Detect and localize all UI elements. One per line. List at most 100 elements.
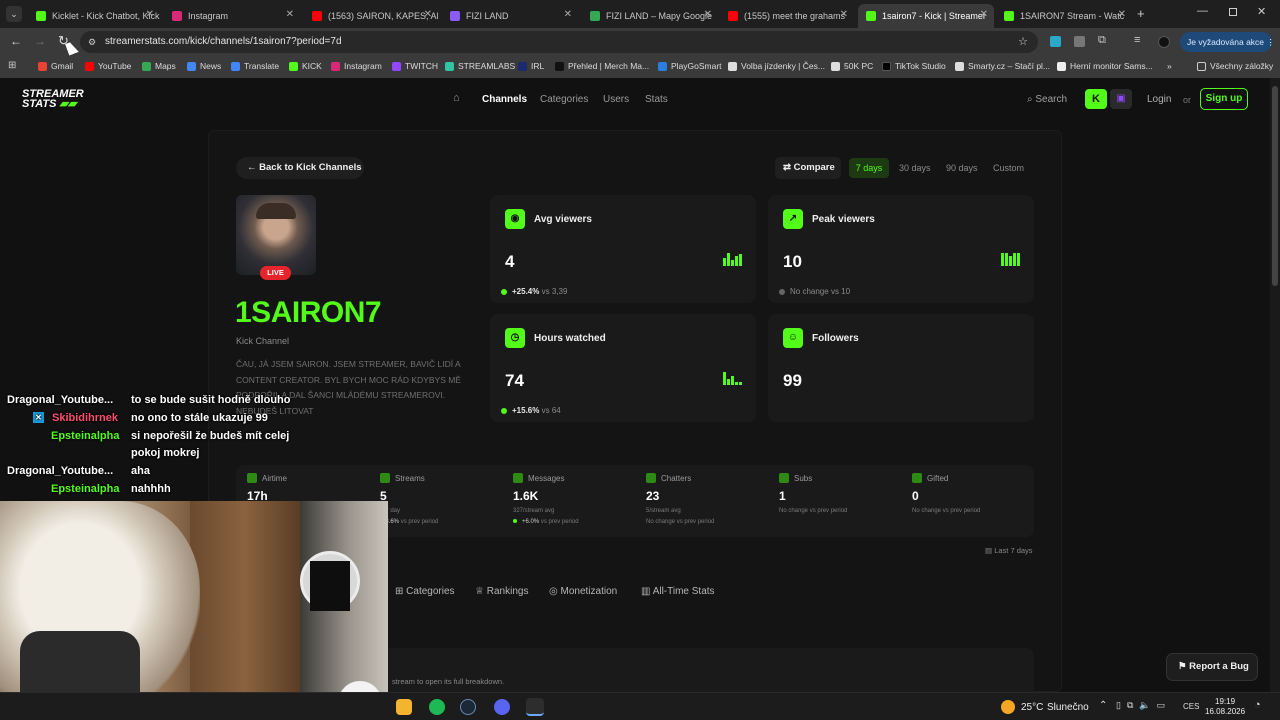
- close-icon[interactable]: ✕: [980, 9, 988, 20]
- login-link[interactable]: Login: [1147, 94, 1171, 105]
- extension-icon[interactable]: [1050, 36, 1061, 47]
- address-bar[interactable]: ⚙ streamerstats.com/kick/channels/1sairo…: [80, 31, 1038, 53]
- signup-button[interactable]: Sign up: [1200, 88, 1248, 110]
- language-indicator[interactable]: CES: [1183, 702, 1199, 711]
- bookmark-playgosmart[interactable]: PlayGoSmart: [658, 61, 722, 71]
- weather-text[interactable]: Slunečno: [1047, 702, 1089, 713]
- bookmark-news[interactable]: News: [187, 61, 221, 71]
- bookmark-instagram[interactable]: Instagram: [331, 61, 382, 71]
- browser-tab[interactable]: FIZI LAND – Mapy Google ✕: [582, 4, 718, 28]
- bookmark-translate[interactable]: Translate: [231, 61, 279, 71]
- new-tab-icon[interactable]: +: [1137, 6, 1145, 21]
- bookmark-tickets[interactable]: Volba jízdenky | Čes...: [728, 61, 825, 71]
- browser-tab[interactable]: Kicklet - Kick Chatbot, Kick ✕: [28, 4, 160, 28]
- all-bookmarks[interactable]: Všechny záložky: [1197, 61, 1273, 71]
- period-custom[interactable]: Custom: [993, 163, 1024, 173]
- file-explorer-icon[interactable]: [396, 699, 412, 715]
- notifications-icon[interactable]: ◔: [1254, 699, 1261, 711]
- bookmark-monitor[interactable]: Herní monitor Sams...: [1057, 61, 1153, 71]
- clock-icon: ◷: [505, 328, 525, 348]
- close-icon[interactable]: ✕: [286, 9, 294, 20]
- avatar[interactable]: [1158, 36, 1170, 48]
- browser-tab-active[interactable]: 1sairon7 - Kick | Streamer ✕: [858, 4, 994, 28]
- profile-action-button[interactable]: Je vyžadována akce ⋮: [1180, 32, 1275, 52]
- bookmark-youtube[interactable]: YouTube: [85, 61, 131, 71]
- bookmark-gmail[interactable]: Gmail: [38, 61, 73, 71]
- clock[interactable]: 19:19 16.08.2026: [1205, 697, 1245, 717]
- browser-tab[interactable]: FIZI LAND ✕: [442, 4, 578, 28]
- close-icon[interactable]: ✕: [704, 9, 712, 20]
- discord-icon[interactable]: [494, 699, 510, 715]
- compare-button[interactable]: ⇄ Compare: [775, 157, 841, 179]
- twitch-platform-button[interactable]: ▣: [1110, 89, 1132, 109]
- period-30-days[interactable]: 30 days: [899, 163, 931, 173]
- eye-icon: ◉: [505, 209, 525, 229]
- browser-tab[interactable]: 1SAIRON7 Stream - Watc ✕: [996, 4, 1132, 28]
- minimize-icon[interactable]: —: [1197, 5, 1208, 17]
- close-icon[interactable]: ✕: [146, 9, 154, 20]
- tray-icons[interactable]: ▯⧉🔈▭: [1116, 700, 1171, 711]
- browser-tab[interactable]: Instagram ✕: [164, 4, 300, 28]
- chat-message-text: pokoj mokrej: [131, 447, 200, 459]
- users-icon: [646, 473, 656, 483]
- home-icon[interactable]: ⌂: [453, 92, 460, 104]
- weather-sun-icon[interactable]: [1001, 700, 1015, 714]
- tab-all-time-stats[interactable]: ▥ All-Time Stats: [641, 586, 715, 597]
- scrollbar-thumb[interactable]: [1272, 86, 1278, 286]
- weather-temp[interactable]: 25°C: [1021, 702, 1043, 713]
- tray-chevron-icon[interactable]: ⌃: [1099, 700, 1107, 711]
- site-info-icon[interactable]: ⚙: [88, 31, 96, 53]
- close-icon[interactable]: ✕: [840, 9, 848, 20]
- report-bug-button[interactable]: ⚑ Report a Bug: [1166, 653, 1258, 681]
- apps-icon[interactable]: ⊞: [8, 60, 16, 71]
- bookmark-kick[interactable]: KICK: [289, 61, 322, 71]
- browser-tab[interactable]: (1555) meet the grahams ✕: [720, 4, 854, 28]
- coin-icon: ◎: [549, 586, 558, 597]
- page-scrollbar[interactable]: [1270, 78, 1280, 692]
- extensions-puzzle-icon[interactable]: ⧉: [1098, 34, 1106, 47]
- forward-icon[interactable]: →: [34, 34, 46, 48]
- spotify-icon[interactable]: [429, 699, 445, 715]
- nav-categories[interactable]: Categories: [540, 94, 588, 105]
- nav-channels[interactable]: Channels: [482, 94, 527, 105]
- nav-users[interactable]: Users: [603, 94, 629, 105]
- bookmark-tiktok-studio[interactable]: TikTok Studio: [882, 61, 946, 71]
- bookmark-twitch[interactable]: TWITCH: [392, 61, 438, 71]
- search-button[interactable]: ⌕ Search: [1027, 94, 1067, 105]
- bookmark-irl[interactable]: IRL: [518, 61, 544, 71]
- bookmark-star-icon[interactable]: ☆: [1018, 31, 1028, 53]
- close-icon[interactable]: ✕: [564, 9, 572, 20]
- back-icon[interactable]: ←: [10, 34, 22, 48]
- browser-tab-strip: ⌄ Kicklet - Kick Chatbot, Kick ✕ Instagra…: [0, 0, 1280, 28]
- tab-monetization[interactable]: ◎ Monetization: [549, 586, 617, 597]
- avg-viewers-card: ◉ Avg viewers 4 +25.4% vs 3,39: [490, 195, 756, 303]
- tab-search-button[interactable]: ⌄: [6, 6, 22, 22]
- stat-subs: Subs 1 No change vs prev period: [779, 473, 848, 514]
- tab-categories[interactable]: ⊞ Categories: [395, 586, 455, 597]
- steam-icon[interactable]: [460, 699, 476, 715]
- tab-media-icon[interactable]: ≡: [1134, 34, 1140, 46]
- webcam-overlay: [0, 501, 388, 720]
- bookmark-smarty[interactable]: Smarty.cz – Stačí pl...: [955, 61, 1050, 71]
- bookmark-streamlabs[interactable]: STREAMLABS: [445, 61, 515, 71]
- period-7-days[interactable]: 7 days: [849, 158, 889, 178]
- tab-rankings[interactable]: ♕ Rankings: [475, 586, 528, 597]
- period-90-days[interactable]: 90 days: [946, 163, 978, 173]
- bookmarks-overflow-icon[interactable]: »: [1167, 61, 1172, 71]
- bookmark-merch[interactable]: Přehled | Merch Ma...: [555, 61, 649, 71]
- bookmark-maps[interactable]: Maps: [142, 61, 176, 71]
- bookmark-50kpc[interactable]: 50K PC: [831, 61, 873, 71]
- browser-tab[interactable]: (1563) SAIRON, KAPES, AF ✕: [304, 4, 438, 28]
- window-close-icon[interactable]: ✕: [1257, 5, 1266, 18]
- close-icon[interactable]: ✕: [424, 9, 432, 20]
- restore-icon[interactable]: [1229, 8, 1237, 16]
- bar-chart-icon: [1001, 252, 1020, 266]
- bar-chart-icon: [723, 252, 742, 266]
- site-logo[interactable]: STREAMER STATS ▰▰: [22, 89, 84, 110]
- chrome-icon[interactable]: [526, 698, 544, 716]
- kick-platform-button[interactable]: K: [1085, 89, 1107, 109]
- extension-icon[interactable]: [1074, 36, 1085, 47]
- back-button[interactable]: ← Back to Kick Channels: [236, 157, 364, 179]
- close-icon[interactable]: ✕: [1118, 9, 1126, 20]
- nav-stats[interactable]: Stats: [645, 94, 668, 105]
